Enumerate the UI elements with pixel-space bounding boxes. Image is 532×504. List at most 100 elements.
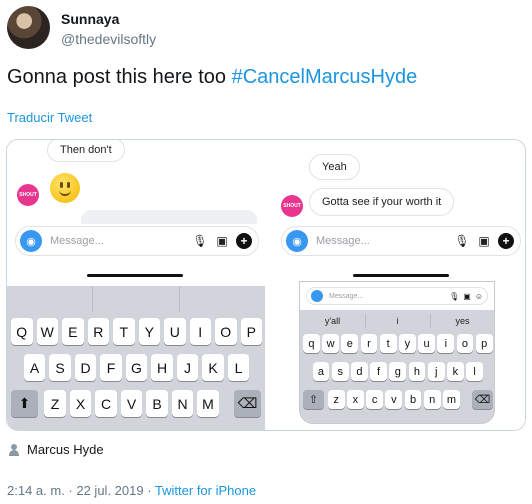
message-placeholder[interactable]: Message... (50, 235, 186, 247)
shout-avatar-icon: SHOUT (281, 195, 303, 217)
message-input-bar[interactable]: ◉ Message... 🎙 ▣ + (15, 226, 259, 256)
left-key-2-6[interactable]: N (171, 390, 194, 417)
add-icon[interactable]: + (498, 233, 514, 249)
author-display-name[interactable]: Sunnaya (61, 11, 119, 27)
suggestion-2[interactable]: yes (430, 316, 494, 326)
author-handle[interactable]: @thedevilsoftly (61, 31, 156, 47)
left-key-0-9[interactable]: P (240, 318, 262, 345)
left-key-0-2[interactable]: E (62, 318, 84, 345)
right-key-0-7[interactable]: i (437, 334, 455, 353)
right-key-0-0[interactable]: q (303, 334, 320, 353)
left-key-1-3[interactable]: F (100, 354, 122, 381)
chat-bubble-yeah: Yeah (309, 154, 360, 180)
right-key-0-6[interactable]: u (418, 334, 435, 353)
message-input-bar[interactable]: ◉ Message... 🎙 ▣ + (281, 226, 521, 256)
gallery-icon[interactable]: ▣ (476, 233, 492, 249)
hashtag-link[interactable]: #CancelMarcusHyde (232, 66, 418, 88)
tagged-user[interactable]: Marcus Hyde (9, 442, 104, 457)
left-key-2-0[interactable]: ⬆ (11, 390, 38, 417)
left-key-1-2[interactable]: D (74, 354, 97, 381)
right-key-2-0[interactable]: ⇧ (303, 390, 324, 409)
right-key-0-1[interactable]: w (322, 334, 339, 353)
left-key-2-8[interactable]: ⌫ (234, 390, 261, 417)
right-key-0-5[interactable]: y (399, 334, 416, 353)
author-avatar[interactable] (7, 6, 50, 49)
right-key-1-0[interactable]: a (312, 362, 330, 381)
left-key-1-5[interactable]: H (151, 354, 173, 381)
right-key-2-2[interactable]: x (347, 390, 364, 409)
left-key-2-5[interactable]: B (146, 390, 168, 417)
right-key-2-4[interactable]: v (385, 390, 403, 409)
timestamp[interactable]: 2:14 a. m. · 22 jul. 2019 (7, 483, 144, 498)
right-key-1-4[interactable]: g (389, 362, 407, 381)
right-key-0-3[interactable]: r (360, 334, 378, 353)
right-key-2-6[interactable]: n (423, 390, 441, 409)
left-key-0-8[interactable]: O (215, 318, 237, 345)
left-key-0-4[interactable]: T (113, 318, 135, 345)
tweet-text: Gonna post this here too #CancelMarcusHy… (7, 66, 417, 89)
microphone-icon[interactable]: 🎙 (454, 233, 470, 249)
avatar-label: SHOUT (283, 203, 301, 209)
left-key-2-4[interactable]: V (120, 390, 143, 417)
right-key-1-1[interactable]: s (331, 362, 349, 381)
right-key-0-4[interactable]: t (379, 334, 397, 353)
right-key-2-8[interactable]: ⌫ (472, 390, 493, 409)
left-key-0-1[interactable]: W (36, 318, 58, 345)
right-key-0-8[interactable]: o (456, 334, 474, 353)
right-key-2-1[interactable]: z (327, 390, 345, 409)
right-key-1-8[interactable]: l (466, 362, 483, 381)
left-key-0-3[interactable]: R (87, 318, 109, 345)
left-key-2-3[interactable]: C (95, 390, 117, 417)
left-key-1-0[interactable]: A (23, 354, 46, 381)
right-key-1-6[interactable]: j (427, 362, 445, 381)
left-key-1-8[interactable]: L (227, 354, 250, 381)
right-key-2-5[interactable]: b (404, 390, 422, 409)
left-screenshot: Then don't SHOUT ◉ Message... 🎙 ▣ + QWER… (7, 140, 265, 430)
right-key-2-7[interactable]: m (443, 390, 460, 409)
camera-icon[interactable]: ◉ (286, 230, 308, 252)
mini-message-placeholder: Message... (329, 292, 364, 300)
avatar-label: SHOUT (19, 192, 37, 198)
microphone-icon: 🎙 (449, 291, 460, 301)
shout-avatar-icon: SHOUT (17, 184, 39, 206)
right-key-1-7[interactable]: k (447, 362, 464, 381)
microphone-icon[interactable]: 🎙 (192, 233, 208, 249)
gallery-icon: ▣ (463, 291, 471, 301)
left-key-0-6[interactable]: U (164, 318, 186, 345)
left-key-0-7[interactable]: I (189, 318, 211, 345)
predictive-suggestions: y'all i yes (300, 310, 494, 332)
left-key-2-2[interactable]: X (69, 390, 92, 417)
chat-bubble-then-dont: Then don't (47, 140, 125, 162)
home-indicator (353, 274, 449, 277)
gallery-icon[interactable]: ▣ (214, 233, 230, 249)
camera-icon[interactable]: ◉ (20, 230, 42, 252)
tweet-metadata: 2:14 a. m. · 22 jul. 2019 · Twitter for … (7, 483, 256, 498)
tweet-media-image[interactable]: Then don't SHOUT ◉ Message... 🎙 ▣ + QWER… (6, 139, 526, 431)
left-key-0-5[interactable]: Y (138, 318, 160, 345)
right-key-2-3[interactable]: c (366, 390, 384, 409)
left-key-1-6[interactable]: J (176, 354, 199, 381)
suggestion-1[interactable]: i (365, 316, 430, 326)
right-key-0-9[interactable]: p (475, 334, 493, 353)
left-key-1-1[interactable]: S (49, 354, 71, 381)
right-key-1-2[interactable]: d (351, 362, 368, 381)
add-icon[interactable]: + (236, 233, 252, 249)
left-key-2-7[interactable]: M (197, 390, 219, 417)
right-screenshot: Yeah SHOUT Gotta see if your worth it ◉ … (269, 140, 525, 430)
slightly-smiling-face-emoji-icon (50, 173, 80, 203)
left-key-0-0[interactable]: Q (11, 318, 33, 345)
person-icon (9, 443, 19, 456)
translate-tweet-link[interactable]: Traducir Tweet (7, 110, 92, 125)
message-placeholder[interactable]: Message... (316, 235, 448, 247)
right-key-0-2[interactable]: e (341, 334, 359, 353)
left-key-1-7[interactable]: K (202, 354, 224, 381)
tagged-user-name[interactable]: Marcus Hyde (27, 442, 104, 457)
left-key-1-4[interactable]: G (125, 354, 148, 381)
right-key-1-3[interactable]: f (370, 362, 387, 381)
camera-icon (311, 290, 323, 302)
suggestion-0[interactable]: y'all (300, 316, 365, 326)
left-key-2-1[interactable]: Z (44, 390, 66, 417)
right-key-1-5[interactable]: h (408, 362, 426, 381)
mini-message-bar: Message... 🎙 ▣ ☺ (300, 282, 494, 310)
tweet-source-link[interactable]: Twitter for iPhone (155, 483, 256, 498)
